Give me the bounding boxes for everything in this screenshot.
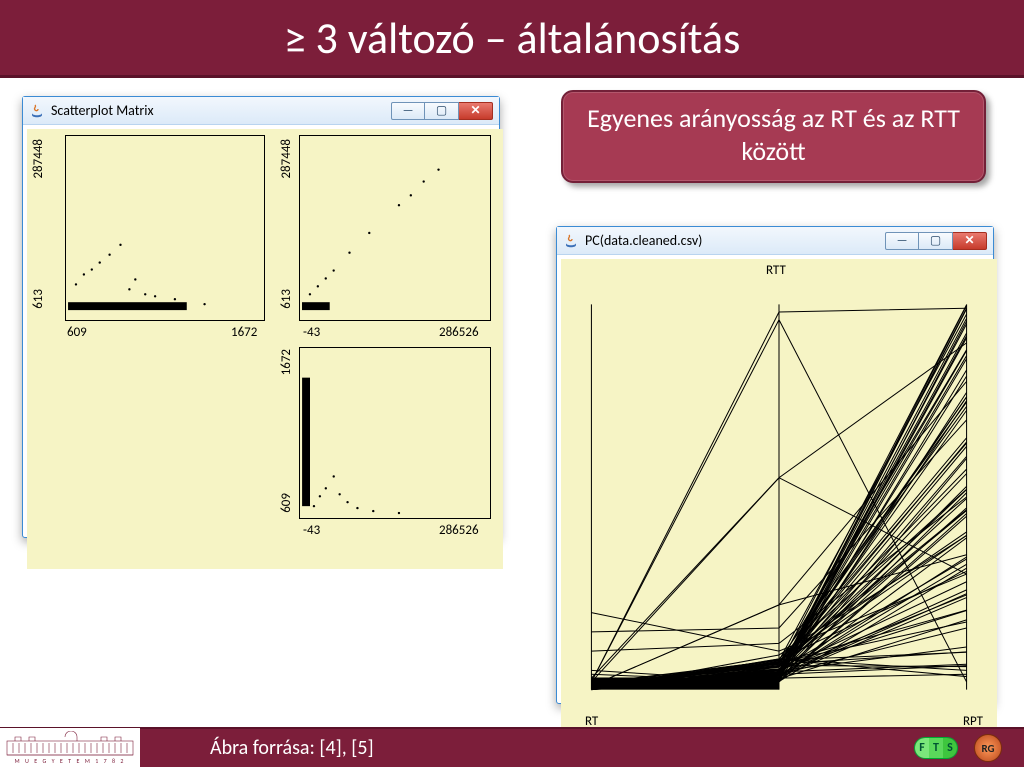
scatter-cell-rtt-vs-rt (299, 347, 491, 519)
window-titlebar[interactable]: Scatterplot Matrix — ▢ ✕ (23, 97, 499, 125)
parallel-coords-window: PC(data.cleaned.csv) — ▢ ✕ RTT RT RPT (556, 226, 994, 704)
java-icon (29, 103, 45, 119)
scatter-body: 287448 613 609 1672 287448 613 -43 28652… (27, 129, 503, 569)
minimize-button[interactable]: — (391, 102, 425, 120)
axis-label: 613 (31, 289, 46, 309)
slide-footer: M U E G Y E T E M 1 7 8 2 Ábra forrása: … (0, 727, 1024, 767)
close-button[interactable]: ✕ (459, 102, 493, 120)
svg-text:M U E G Y E T E M 1 7 8 2: M U E G Y E T E M 1 7 8 2 (15, 757, 126, 765)
rg-logo: RG (962, 733, 1014, 763)
close-button[interactable]: ✕ (953, 232, 987, 250)
pc-axis-top: RTT (766, 263, 786, 278)
window-buttons: — ▢ ✕ (885, 232, 987, 250)
bme-logo: M U E G Y E T E M 1 7 8 2 (0, 728, 140, 768)
footer-text: Ábra forrása: [4], [5] (210, 736, 374, 760)
java-icon (563, 233, 579, 249)
axis-label: 613 (279, 289, 294, 309)
slide-title: ≥ 3 változó – általánosítás (284, 11, 741, 65)
maximize-button[interactable]: ▢ (919, 232, 953, 250)
window-titlebar[interactable]: PC(data.cleaned.csv) — ▢ ✕ (557, 227, 993, 255)
scatter-cell-rt-vs-rt (65, 135, 265, 321)
footer-badges: F T S RG (910, 733, 1024, 763)
axis-label: 286526 (439, 523, 479, 538)
axis-label: 286526 (439, 325, 479, 340)
parallel-coords-plot (561, 259, 997, 735)
axis-label: 1672 (279, 349, 294, 375)
window-buttons: — ▢ ✕ (391, 102, 493, 120)
minimize-button[interactable]: — (885, 232, 919, 250)
axis-label: 287448 (279, 139, 294, 179)
callout-box: Egyenes arányosság az RT és az RTT közöt… (561, 90, 986, 183)
fts-logo: F T S (910, 733, 962, 763)
scatter-window: Scatterplot Matrix — ▢ ✕ (22, 96, 500, 538)
axis-label: 287448 (31, 139, 46, 179)
slide-title-bar: ≥ 3 változó – általánosítás (0, 0, 1024, 78)
parallel-coords-body: RTT RT RPT (561, 259, 997, 735)
callout-text: Egyenes arányosság az RT és az RTT közöt… (587, 102, 960, 167)
slide-content: Egyenes arányosság az RT és az RTT közöt… (0, 78, 1024, 727)
window-title: Scatterplot Matrix (51, 102, 154, 119)
axis-label: -43 (303, 325, 320, 340)
maximize-button[interactable]: ▢ (425, 102, 459, 120)
scatter-cell-rt-vs-rtt (299, 135, 491, 321)
axis-label: 609 (279, 493, 294, 513)
axis-label: 609 (67, 325, 87, 340)
axis-label: 1672 (231, 325, 257, 340)
axis-label: -43 (303, 523, 320, 538)
window-title: PC(data.cleaned.csv) (585, 232, 702, 249)
